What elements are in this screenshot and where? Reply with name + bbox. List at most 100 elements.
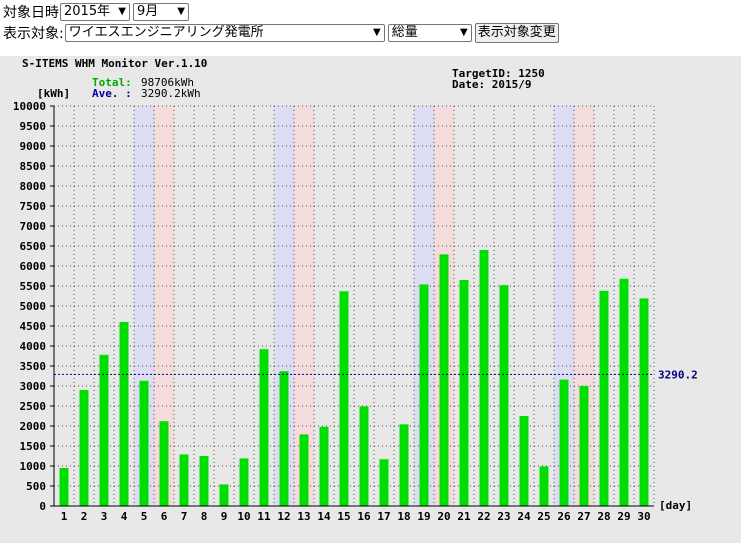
bar-day-9 xyxy=(219,484,229,506)
y-tick-label: 2500 xyxy=(20,400,47,413)
bar-day-8 xyxy=(199,456,209,506)
bar-day-21 xyxy=(459,280,469,506)
bar-day-25 xyxy=(539,466,549,506)
y-tick-label: 1000 xyxy=(20,460,47,473)
chevron-down-icon: ▼ xyxy=(177,6,185,17)
x-tick-label: 9 xyxy=(221,510,228,523)
x-tick-label: 25 xyxy=(537,510,550,523)
bar-day-23 xyxy=(499,285,509,506)
bar-day-2 xyxy=(79,390,89,506)
date-label: 対象日時 xyxy=(3,5,59,21)
y-tick-label: 7000 xyxy=(20,220,47,233)
y-tick-label: 4000 xyxy=(20,340,47,353)
bar-day-10 xyxy=(239,458,249,506)
year-select-value: 2015年 xyxy=(64,4,111,19)
chevron-down-icon: ▼ xyxy=(460,27,468,38)
month-select-value: 9月 xyxy=(137,4,159,19)
target-select-value: ワイエスエンジニアリング発電所 xyxy=(68,25,264,40)
bar-day-3 xyxy=(99,354,109,506)
x-tick-label: 26 xyxy=(557,510,571,523)
x-tick-label: 6 xyxy=(161,510,168,523)
report-date: Date: 2015/9 xyxy=(452,78,531,91)
y-tick-label: 8000 xyxy=(20,180,47,193)
x-tick-label: 19 xyxy=(417,510,430,523)
y-tick-label: 5500 xyxy=(20,280,47,293)
y-tick-label: 3500 xyxy=(20,360,47,373)
y-tick-label: 4500 xyxy=(20,320,47,333)
x-tick-label: 22 xyxy=(477,510,490,523)
x-tick-label: 20 xyxy=(437,510,450,523)
x-tick-label: 21 xyxy=(457,510,471,523)
bar-day-11 xyxy=(259,349,269,506)
x-tick-label: 18 xyxy=(397,510,410,523)
chevron-down-icon: ▼ xyxy=(118,6,126,17)
x-axis-unit: [day] xyxy=(659,499,692,512)
monitor-title: S-ITEMS WHM Monitor Ver.1.10 xyxy=(22,57,207,70)
bar-day-24 xyxy=(519,416,529,506)
bar-day-19 xyxy=(419,284,429,506)
target-control-row: 表示対象: ワイエスエンジニアリング発電所 ▼ 総量 ▼ 表示対象変更 xyxy=(0,22,559,44)
x-tick-label: 30 xyxy=(637,510,650,523)
bar-day-13 xyxy=(299,434,309,506)
y-tick-label: 1500 xyxy=(20,440,47,453)
x-tick-label: 2 xyxy=(81,510,88,523)
year-select[interactable]: 2015年 ▼ xyxy=(60,3,130,21)
target-label: 表示対象: xyxy=(3,26,64,42)
x-tick-label: 17 xyxy=(377,510,390,523)
bar-day-28 xyxy=(599,290,609,506)
bar-day-5 xyxy=(139,380,149,506)
change-target-button[interactable]: 表示対象変更 xyxy=(474,23,559,43)
bar-day-17 xyxy=(379,459,389,506)
y-tick-label: 0 xyxy=(39,500,46,513)
bar-day-14 xyxy=(319,426,329,506)
x-tick-label: 1 xyxy=(61,510,68,523)
bar-day-12 xyxy=(279,371,289,506)
bar-day-4 xyxy=(119,322,129,506)
y-tick-label: 6500 xyxy=(20,240,47,253)
x-tick-label: 12 xyxy=(277,510,290,523)
y-tick-label: 8500 xyxy=(20,160,47,173)
bar-day-30 xyxy=(639,298,649,506)
bar-day-29 xyxy=(619,278,629,506)
bar-day-1 xyxy=(59,468,69,506)
x-tick-label: 13 xyxy=(297,510,310,523)
y-tick-label: 2000 xyxy=(20,420,47,433)
x-tick-label: 29 xyxy=(617,510,630,523)
x-tick-label: 15 xyxy=(337,510,350,523)
bar-day-27 xyxy=(579,386,589,506)
x-tick-label: 14 xyxy=(317,510,331,523)
bar-day-22 xyxy=(479,250,489,506)
x-tick-label: 7 xyxy=(181,510,188,523)
y-tick-label: 10000 xyxy=(13,100,46,113)
ave-label: Ave. : xyxy=(92,87,132,100)
type-select[interactable]: 総量 ▼ xyxy=(387,24,472,42)
ave-value: 3290.2kWh xyxy=(141,87,201,100)
y-tick-label: 500 xyxy=(26,480,46,493)
bar-day-16 xyxy=(359,406,369,506)
bar-day-15 xyxy=(339,291,349,506)
x-tick-label: 28 xyxy=(597,510,610,523)
bar-day-18 xyxy=(399,424,409,506)
y-tick-label: 9000 xyxy=(20,140,47,153)
bar-day-7 xyxy=(179,454,189,506)
y-tick-label: 3000 xyxy=(20,380,47,393)
x-tick-label: 5 xyxy=(141,510,148,523)
x-tick-label: 10 xyxy=(237,510,250,523)
x-tick-label: 8 xyxy=(201,510,208,523)
labels: 0 500 1000 1500 2000 2500 3000 3500 4000 4500 5000… xyxy=(13,100,698,523)
y-tick-label: 6000 xyxy=(20,260,47,273)
x-tick-label: 27 xyxy=(577,510,590,523)
month-select[interactable]: 9月 ▼ xyxy=(133,3,189,21)
x-tick-label: 4 xyxy=(121,510,128,523)
bar-day-26 xyxy=(559,379,569,506)
bar-day-6 xyxy=(159,421,169,506)
x-tick-label: 16 xyxy=(357,510,371,523)
y-tick-label: 7500 xyxy=(20,200,47,213)
x-tick-label: 23 xyxy=(497,510,510,523)
y-tick-label: 5000 xyxy=(20,300,47,313)
bar-day-20 xyxy=(439,254,449,506)
x-tick-label: 11 xyxy=(257,510,271,523)
chevron-down-icon: ▼ xyxy=(373,27,381,38)
target-select[interactable]: ワイエスエンジニアリング発電所 ▼ xyxy=(64,24,385,42)
energy-bar-chart: 0 500 1000 1500 2000 2500 3000 3500 4000 4500 5000… xyxy=(13,57,698,523)
